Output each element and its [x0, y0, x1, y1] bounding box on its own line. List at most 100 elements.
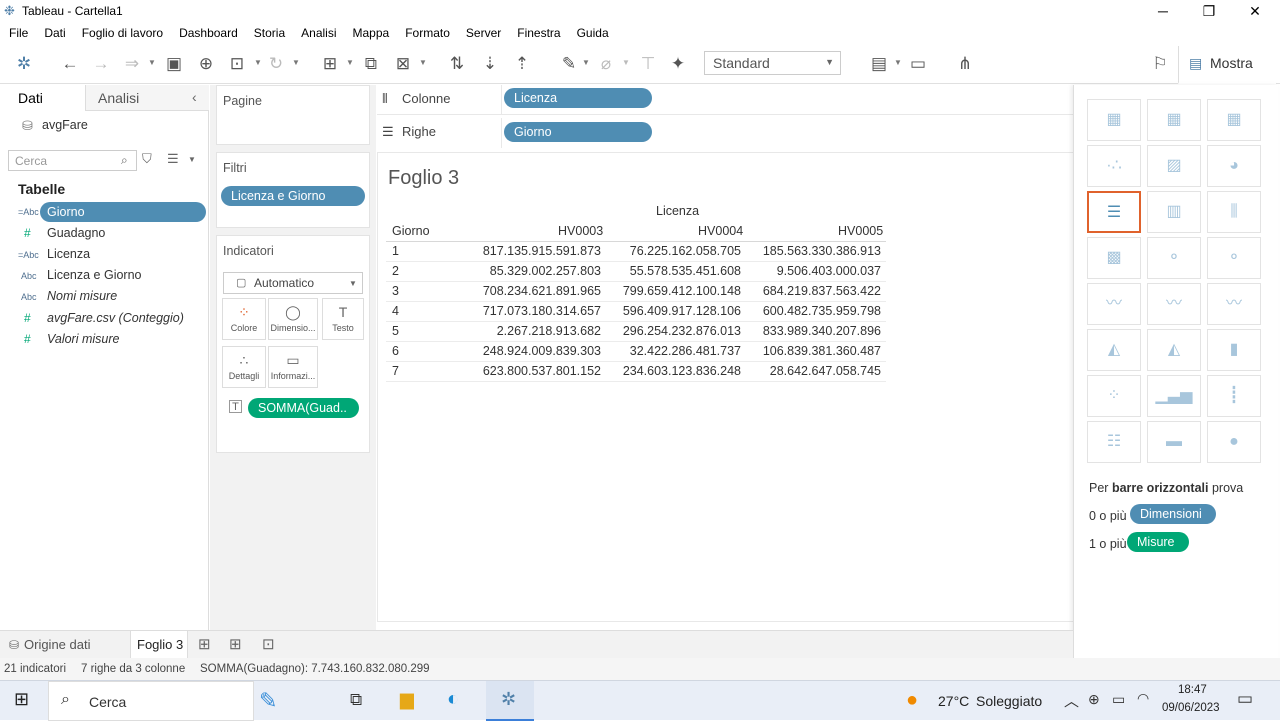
highlight-table-icon[interactable]: ▦: [1207, 99, 1261, 141]
filled-map-icon[interactable]: ▨: [1147, 145, 1201, 187]
new-sheet-caret-icon[interactable]: ▼: [346, 58, 354, 67]
filters-card[interactable]: Filtri Licenza e Giorno: [216, 152, 370, 228]
sort-ascending-icon[interactable]: ⇣: [478, 52, 502, 76]
clock-time[interactable]: 18:47: [1178, 684, 1207, 696]
onedrive-icon[interactable]: ⊕: [1088, 691, 1100, 708]
text-button[interactable]: T Testo: [322, 298, 364, 340]
text-table-icon[interactable]: ▦: [1087, 99, 1141, 141]
circle-views-icon[interactable]: ⚬: [1147, 237, 1201, 279]
menu-worksheet[interactable]: Foglio di lavoro: [74, 22, 171, 44]
gantt-chart-icon[interactable]: ☷: [1087, 421, 1141, 463]
clock-date[interactable]: 09/06/2023: [1162, 702, 1220, 714]
weather-temperature[interactable]: 27°C: [938, 693, 969, 709]
table-cell[interactable]: 248.924.009.839.303: [483, 344, 601, 358]
size-button[interactable]: ◯ Dimensio...: [268, 298, 318, 340]
swap-icon[interactable]: ⇅: [445, 52, 469, 76]
tab-sheet[interactable]: Foglio 3: [137, 631, 183, 659]
table-cell[interactable]: 684.219.837.563.422: [763, 284, 881, 298]
side-by-side-circles-icon[interactable]: ⚬: [1207, 237, 1261, 279]
table-cell[interactable]: 32.422.286.481.737: [630, 344, 741, 358]
symbol-map-icon[interactable]: ·∴: [1087, 145, 1141, 187]
row-day-label[interactable]: 2: [392, 264, 399, 278]
field-guadagno[interactable]: # Guadagno: [18, 223, 206, 243]
packed-bubbles-icon[interactable]: ●: [1207, 421, 1261, 463]
table-cell[interactable]: 85.329.002.257.803: [490, 264, 601, 278]
field-avgfare-count[interactable]: # avgFare.csv (Conteggio): [18, 308, 206, 328]
side-by-side-bars-icon[interactable]: ⫼: [1207, 191, 1261, 233]
table-cell[interactable]: 28.642.647.058.745: [770, 364, 881, 378]
wifi-icon[interactable]: ◠: [1137, 690, 1149, 707]
area-discrete-icon[interactable]: ◭: [1147, 329, 1201, 371]
row-day-label[interactable]: 5: [392, 324, 399, 338]
row-day-label[interactable]: 6: [392, 344, 399, 358]
view-options-caret-icon[interactable]: ▼: [188, 155, 196, 164]
new-dashboard-icon[interactable]: ⊞: [229, 631, 242, 659]
discrete-lines-icon[interactable]: 〰: [1147, 283, 1201, 325]
filter-pill[interactable]: Licenza e Giorno: [221, 186, 365, 206]
menu-server[interactable]: Server: [458, 22, 509, 44]
close-button[interactable]: ✕: [1232, 0, 1278, 22]
save-icon[interactable]: ▣: [162, 52, 186, 76]
tableau-taskbar-button[interactable]: ✲: [486, 681, 534, 721]
menu-dashboard[interactable]: Dashboard: [171, 22, 246, 44]
labels-icon[interactable]: ⊤: [636, 52, 660, 76]
tooltip-button[interactable]: ▭ Informazi...: [268, 346, 318, 388]
highlight-caret-icon[interactable]: ▼: [582, 58, 590, 67]
field-nomi-misure[interactable]: Abc Nomi misure: [18, 286, 206, 306]
table-cell[interactable]: 9.506.403.000.037: [777, 264, 881, 278]
highlight-icon[interactable]: ✎: [557, 52, 581, 76]
presentation-icon[interactable]: ▭: [906, 52, 930, 76]
menu-window[interactable]: Finestra: [509, 22, 568, 44]
field-licenza-e-giorno[interactable]: Abc Licenza e Giorno: [18, 265, 206, 285]
treemap-icon[interactable]: ▩: [1087, 237, 1141, 279]
field-giorno[interactable]: Giorno: [40, 202, 206, 222]
sort-descending-icon[interactable]: ⇡: [510, 52, 534, 76]
maximize-button[interactable]: ❐: [1186, 0, 1232, 22]
pie-chart-icon[interactable]: ◕: [1207, 145, 1261, 187]
edge-browser-icon[interactable]: ◐: [447, 688, 459, 711]
replay-caret-icon[interactable]: ▼: [148, 58, 156, 67]
mark-type-select[interactable]: ▢ Automatico ▼: [223, 272, 363, 294]
new-datasource-icon[interactable]: ⊕: [194, 52, 218, 76]
color-button[interactable]: ⁘ Colore: [222, 298, 266, 340]
group-caret-icon[interactable]: ▼: [622, 58, 630, 67]
task-view-icon[interactable]: ⧉: [350, 690, 362, 710]
collapse-pane-icon[interactable]: ‹: [192, 89, 197, 105]
datasource-name[interactable]: avgFare: [42, 118, 88, 132]
refresh-caret-icon[interactable]: ▼: [292, 58, 300, 67]
table-cell[interactable]: 55.578.535.451.608: [630, 264, 741, 278]
table-cell[interactable]: 833.989.340.207.896: [763, 324, 881, 338]
view-options-icon[interactable]: ☰: [167, 151, 179, 167]
heat-map-icon[interactable]: ▦: [1147, 99, 1201, 141]
fit-select[interactable]: Standard ▼: [704, 51, 841, 75]
measure-pill[interactable]: SOMMA(Guad..: [248, 398, 359, 418]
replay-icon[interactable]: ⇒: [120, 52, 144, 76]
table-cell[interactable]: 817.135.915.591.873: [483, 244, 601, 258]
bullet-graph-icon[interactable]: ▬: [1147, 421, 1201, 463]
menu-map[interactable]: Mappa: [345, 22, 398, 44]
notifications-icon[interactable]: ▭: [1237, 689, 1253, 709]
chevron-up-icon[interactable]: ︿: [1064, 690, 1079, 711]
clear-caret-icon[interactable]: ▼: [419, 58, 427, 67]
table-cell[interactable]: 596.409.917.128.106: [623, 304, 741, 318]
refresh-icon[interactable]: ↻: [264, 52, 288, 76]
sign-icon[interactable]: ⚐: [1148, 52, 1172, 76]
table-cell[interactable]: 234.603.123.836.248: [623, 364, 741, 378]
table-cell[interactable]: 2.267.218.913.682: [497, 324, 601, 338]
redo-icon[interactable]: →: [89, 52, 113, 76]
pages-card[interactable]: Pagine: [216, 85, 370, 145]
rows-pill[interactable]: Giorno: [504, 122, 652, 142]
clear-sheet-icon[interactable]: ⊠: [391, 52, 415, 76]
file-explorer-icon[interactable]: ▆: [400, 689, 414, 710]
dual-combination-icon[interactable]: ▮: [1207, 329, 1261, 371]
histogram-icon[interactable]: ▁▃▅: [1147, 375, 1201, 417]
tableau-home-icon[interactable]: ✲: [12, 52, 36, 76]
tab-datasource[interactable]: Origine dati: [24, 631, 90, 659]
box-whisker-icon[interactable]: ┋: [1207, 375, 1261, 417]
stacked-bars-icon[interactable]: ▥: [1147, 191, 1201, 233]
taskbar-search[interactable]: ⌕ Cerca ✎: [48, 681, 277, 721]
menu-story[interactable]: Storia: [246, 22, 293, 44]
menu-analysis[interactable]: Analisi: [293, 22, 344, 44]
show-me-tab[interactable]: ▤ Mostra: [1178, 46, 1276, 84]
undo-icon[interactable]: ←: [58, 52, 82, 76]
